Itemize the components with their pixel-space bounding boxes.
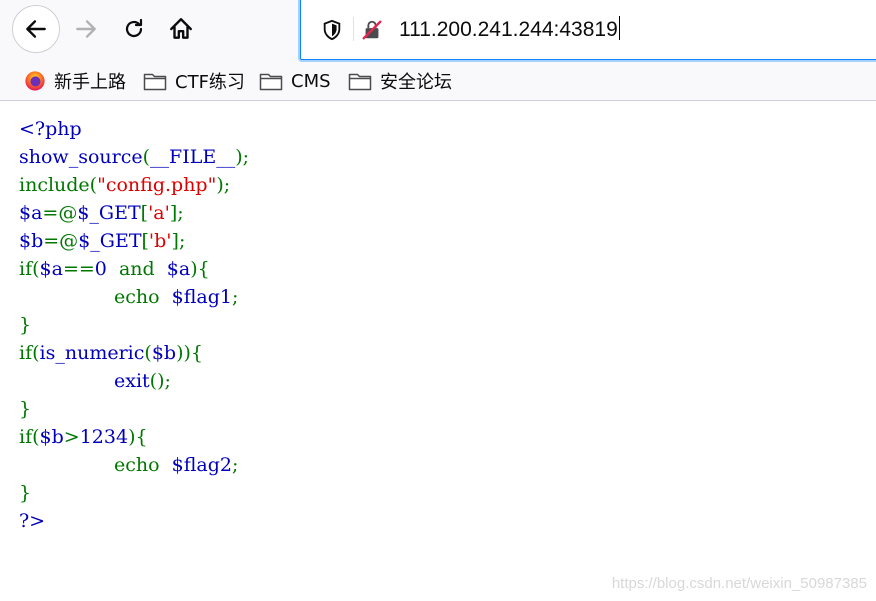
- bookmark-folder-ctf[interactable]: CTF练习: [143, 68, 245, 94]
- firefox-icon: [25, 71, 45, 91]
- url-bar[interactable]: 111.200.241.244:43819: [300, 0, 876, 60]
- code-line: <?php: [19, 115, 82, 143]
- code-token: $a: [160, 258, 191, 280]
- url-divider: [353, 17, 354, 41]
- code-token: ;: [232, 454, 239, 476]
- code-token: ){: [128, 426, 148, 448]
- code-token: }: [19, 398, 32, 420]
- code-token: if(: [19, 426, 40, 448]
- code-token: 'a': [148, 202, 170, 224]
- code-token: (: [144, 342, 152, 364]
- code-token: );: [235, 146, 250, 168]
- code-token: 1234: [79, 426, 129, 448]
- back-button[interactable]: [12, 5, 60, 53]
- code-token: $flag2: [165, 454, 232, 476]
- code-token: is_numeric: [39, 342, 145, 364]
- code-line: }: [19, 395, 31, 423]
- bookmark-label: 新手上路: [54, 72, 126, 93]
- code-token: include(: [19, 174, 98, 196]
- code-token: "config.php": [97, 174, 217, 196]
- code-token: [: [140, 202, 149, 224]
- code-token: ==: [62, 258, 95, 280]
- code-token: exit: [114, 370, 150, 392]
- code-line: }: [19, 311, 31, 339]
- code-line: $b=@$_GET['b'];: [19, 227, 185, 255]
- code-line: include("config.php");: [19, 171, 230, 199]
- code-token: echo: [114, 454, 166, 476]
- code-token: $a: [39, 258, 63, 280]
- code-token: if(: [19, 258, 40, 280]
- home-button[interactable]: [157, 5, 205, 53]
- arrow-right-icon: [76, 20, 96, 38]
- code-token: )){: [176, 342, 204, 364]
- code-token: $b: [19, 230, 44, 252]
- code-token: $a: [19, 202, 43, 224]
- bookmark-folder-security-forum[interactable]: 安全论坛: [348, 68, 452, 94]
- folder-icon: [259, 73, 283, 91]
- code-token: ];: [171, 230, 186, 252]
- code-line: echo $flag1;: [114, 283, 238, 311]
- bookmarks-toolbar: 新手上路 CTF练习 CMS 安全论坛: [0, 62, 876, 101]
- code-token: }: [19, 314, 32, 336]
- code-line: if($b>1234){: [19, 423, 148, 451]
- code-token: echo: [114, 286, 166, 308]
- folder-icon: [348, 73, 372, 91]
- code-token: $_GET: [77, 202, 141, 224]
- code-token: ();: [149, 370, 171, 392]
- bookmark-label: CTF练习: [175, 72, 245, 93]
- bookmark-label: CMS: [291, 70, 331, 92]
- home-icon: [170, 18, 192, 39]
- code-token: =@: [43, 230, 79, 252]
- code-token: (: [142, 146, 151, 168]
- code-token: show_source: [19, 146, 143, 168]
- code-line: }: [19, 479, 31, 507]
- code-token: $b: [151, 342, 177, 364]
- tracking-shield-icon[interactable]: [321, 19, 343, 41]
- url-text[interactable]: 111.200.241.244:43819: [399, 16, 620, 42]
- code-token: );: [216, 174, 231, 196]
- code-token: $_GET: [78, 230, 142, 252]
- code-line: $a=@$_GET['a'];: [19, 199, 184, 227]
- code-token: ];: [169, 202, 184, 224]
- code-token: >: [63, 426, 80, 448]
- code-line: show_source(__FILE__);: [19, 143, 249, 171]
- watermark: https://blog.csdn.net/weixin_50987385: [611, 575, 867, 592]
- browser-toolbar: 111.200.241.244:43819: [0, 0, 876, 62]
- code-token: __FILE__: [150, 146, 236, 168]
- bookmark-item-新手上路[interactable]: 新手上路: [24, 68, 126, 94]
- arrow-left-icon: [26, 20, 46, 38]
- code-token: 'b': [148, 230, 172, 252]
- code-token: ){: [190, 258, 210, 280]
- bookmark-label: 安全论坛: [380, 72, 452, 93]
- code-token: }: [19, 482, 32, 504]
- code-token: and: [112, 258, 161, 280]
- code-token: $b: [39, 426, 64, 448]
- code-line: exit();: [114, 367, 171, 395]
- folder-icon: [143, 73, 167, 91]
- code-token: 0: [94, 258, 113, 280]
- code-token: $flag1: [165, 286, 232, 308]
- code-line: if($a==0 and $a){: [19, 255, 210, 283]
- reload-button[interactable]: [110, 5, 158, 53]
- code-token: ;: [232, 286, 239, 308]
- bookmark-folder-cms[interactable]: CMS: [259, 68, 331, 94]
- code-token: =@: [42, 202, 78, 224]
- code-token: if(: [19, 342, 40, 364]
- code-line: ?>: [19, 507, 45, 535]
- code-line: echo $flag2;: [114, 451, 238, 479]
- page-content: <?php show_source(__FILE__); include("conf…: [0, 101, 876, 601]
- text-caret: [618, 16, 620, 40]
- code-token: [: [141, 230, 149, 252]
- insecure-lock-icon[interactable]: [361, 19, 383, 41]
- code-token: ?>: [19, 510, 46, 532]
- code-token: <?php: [19, 118, 82, 140]
- forward-button[interactable]: [62, 5, 110, 53]
- reload-icon: [125, 18, 143, 38]
- code-line: if(is_numeric($b)){: [19, 339, 203, 367]
